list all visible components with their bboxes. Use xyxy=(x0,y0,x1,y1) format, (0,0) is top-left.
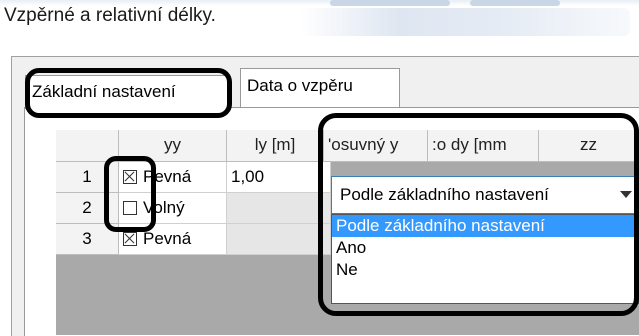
state-label: Pevná xyxy=(143,229,192,248)
dialog-heading: Vzpěrné a relativní délky. xyxy=(4,5,216,26)
table-cell-ly[interactable] xyxy=(227,193,331,224)
annotation-highlight-dropdown xyxy=(318,113,639,316)
checkbox-checked-icon[interactable] xyxy=(123,231,137,246)
background-blur xyxy=(300,8,630,36)
column-header-ly[interactable]: ly [m] xyxy=(227,130,324,162)
table-cell-ly[interactable] xyxy=(227,224,331,255)
annotation-highlight-checkbox xyxy=(104,156,156,232)
annotation-highlight-tab xyxy=(25,68,232,118)
background-blur xyxy=(470,0,560,6)
background-blur xyxy=(330,0,450,6)
table-cell-ly[interactable]: 1,00 xyxy=(227,162,331,193)
tab-buckling-data[interactable]: Data o vzpěru xyxy=(240,68,400,107)
